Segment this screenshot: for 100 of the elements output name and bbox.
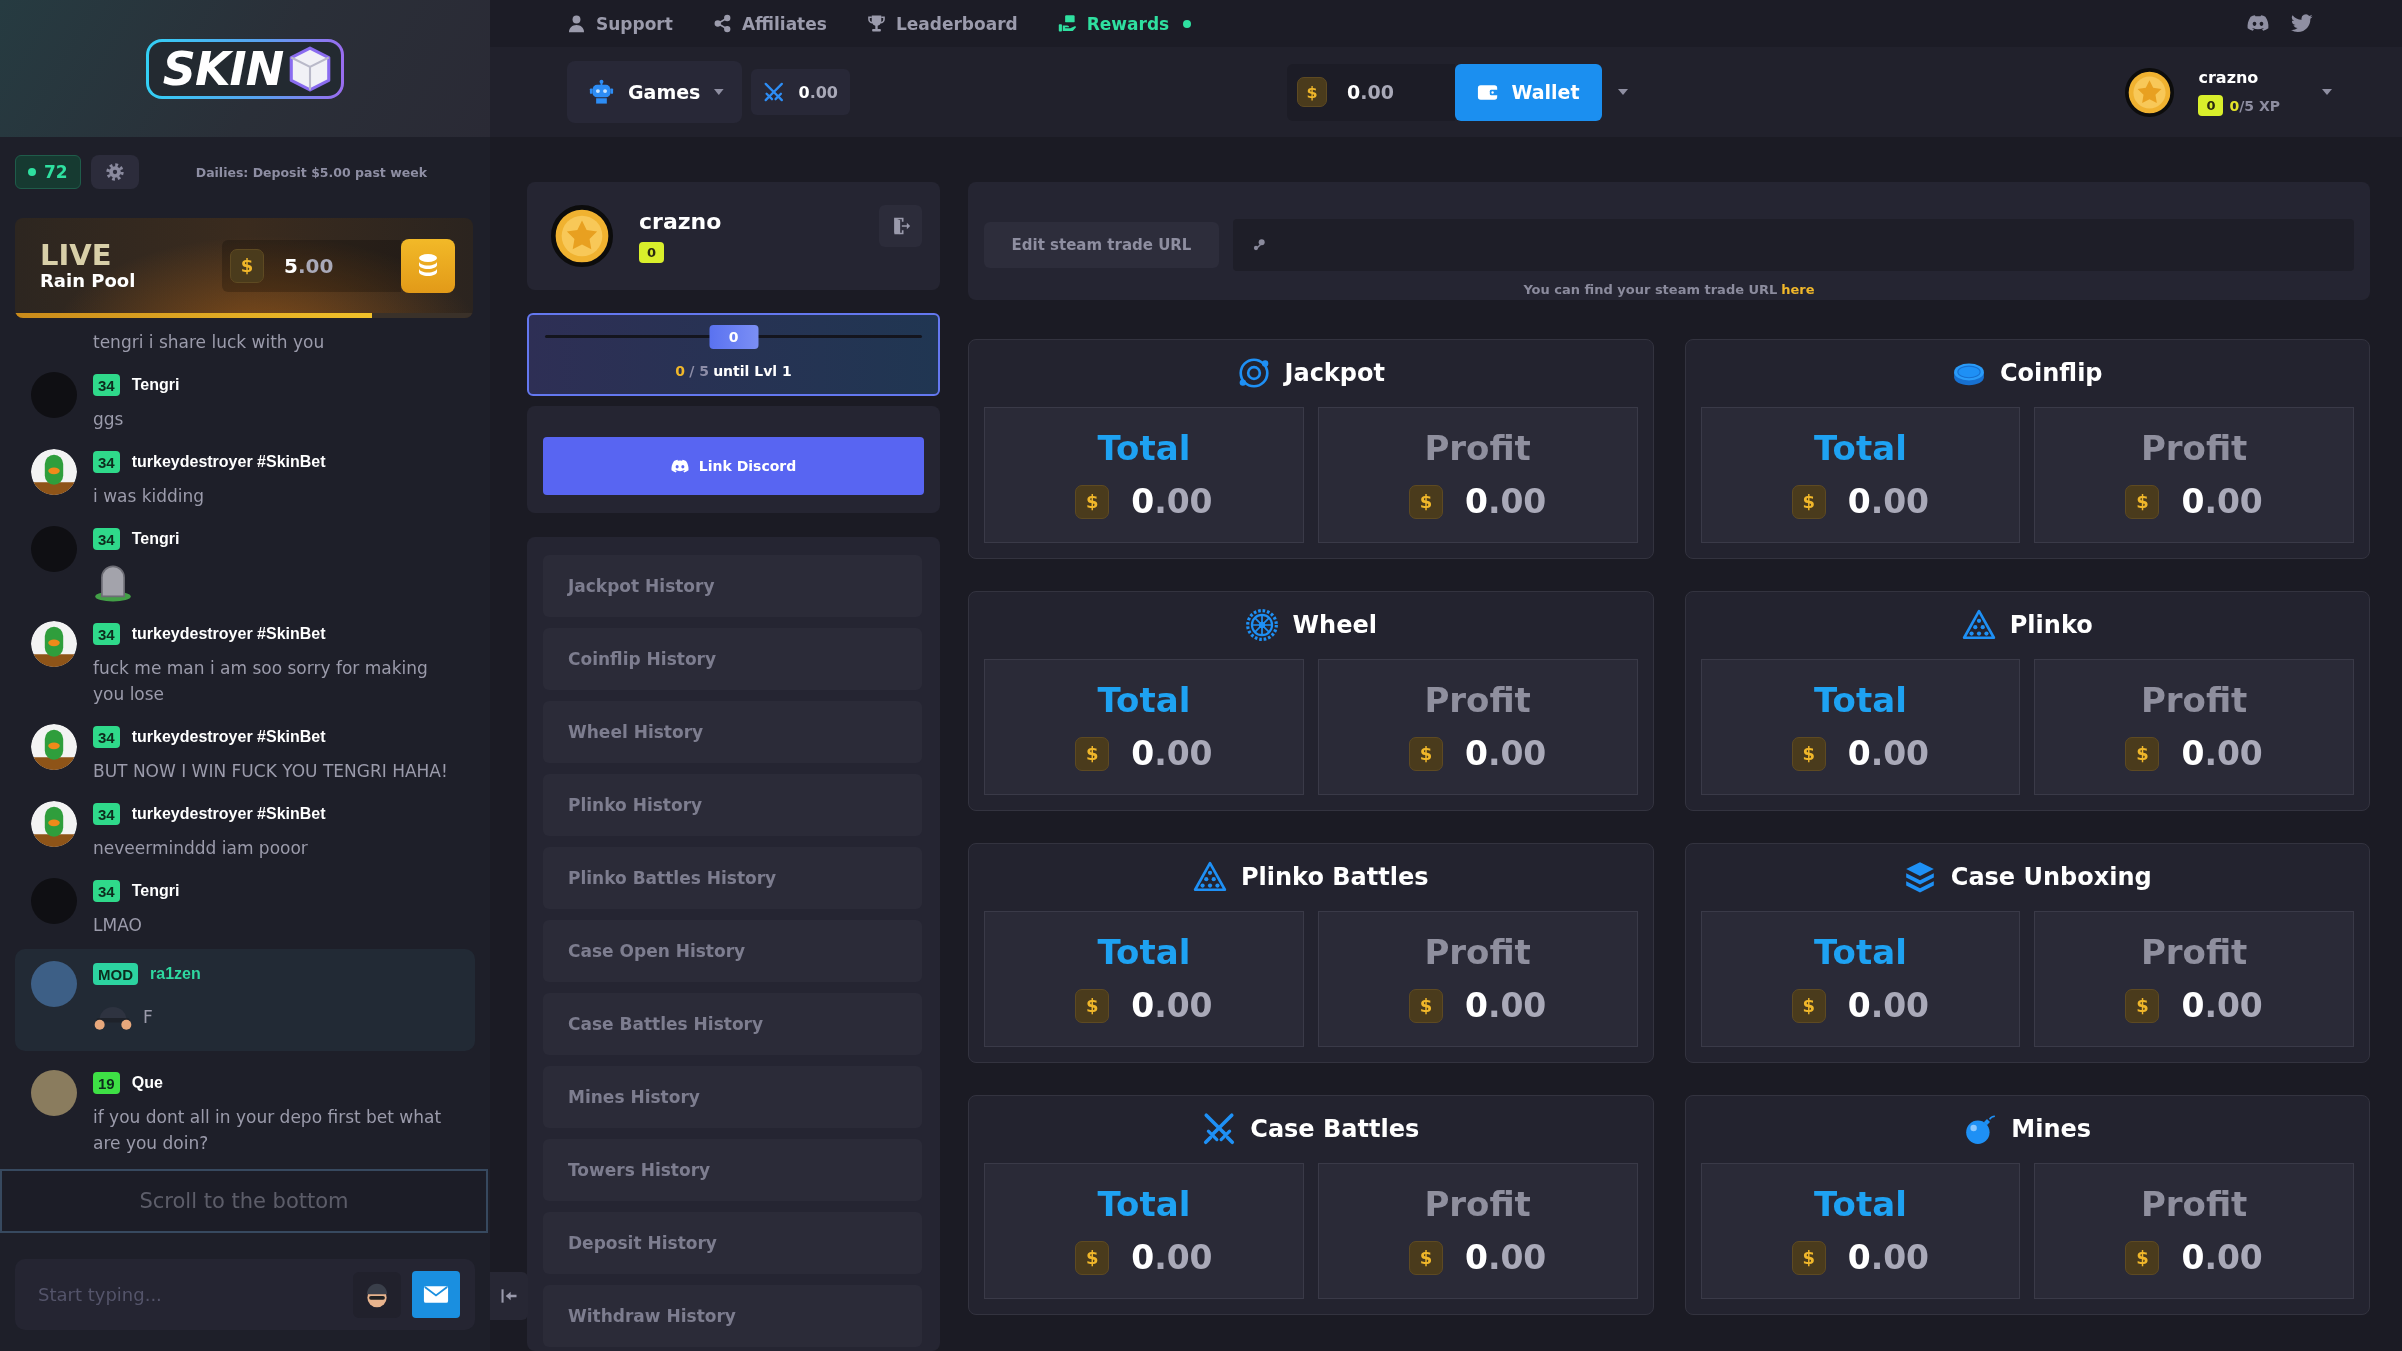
coin-icon: $ [1408, 988, 1443, 1023]
stat-value: 0.00 [1847, 1238, 1930, 1277]
star-avatar-icon[interactable] [2125, 67, 2175, 117]
triangle-pegs-icon [1961, 608, 1996, 642]
stat-label: Profit [2140, 1183, 2248, 1226]
history-item[interactable]: Plinko Battles History [543, 847, 922, 909]
history-item[interactable]: Towers History [543, 1139, 922, 1201]
nav-link[interactable]: Support [567, 13, 673, 34]
role-badge: MOD [93, 963, 138, 985]
username[interactable]: turkeydestroyer #SkinBet [131, 805, 326, 823]
collapse-sidebar-button[interactable] [490, 1272, 528, 1320]
wheel-icon [1244, 608, 1279, 642]
stat-value: 0.00 [1847, 482, 1930, 521]
username[interactable]: Tengri [131, 530, 180, 548]
username[interactable]: ra1zen [150, 965, 201, 983]
stat-label: Profit [2140, 679, 2248, 722]
share-icon [712, 14, 732, 33]
level-badge: 0 [639, 242, 664, 263]
stat-value: 0.00 [1131, 1238, 1213, 1277]
username[interactable]: Que [131, 1074, 163, 1092]
username[interactable]: Tengri [131, 376, 180, 394]
message-input[interactable]: Start typing... [38, 1274, 342, 1315]
coin-icon: $ [2125, 1240, 2160, 1275]
settings-button[interactable] [90, 155, 139, 189]
rain-amount: 5.00 [284, 253, 334, 278]
message-text: LMAO [93, 914, 143, 937]
edit-trade-url-button[interactable]: Edit steam trade URL [984, 222, 1219, 268]
here-link[interactable]: here [1781, 282, 1815, 297]
history-item[interactable]: Deposit History [543, 1212, 922, 1274]
coin-icon: $ [1791, 1240, 1826, 1275]
level-badge: 34 [93, 623, 120, 645]
level-badge: 19 [93, 1072, 120, 1094]
xp-level-badge: 0 [709, 324, 758, 349]
stat-value: 0.00 [2181, 986, 2263, 1025]
robot-icon [589, 79, 614, 105]
level-badge: 34 [93, 803, 120, 825]
trade-url-field[interactable] [1233, 219, 2354, 271]
logout-button[interactable] [879, 205, 922, 247]
game-title: Coinflip [1999, 359, 2103, 387]
history-item[interactable]: Coinflip History [543, 628, 922, 690]
history-item[interactable]: Mines History [543, 1066, 922, 1128]
duck-avatar [31, 801, 77, 847]
history-item[interactable]: Withdraw History [543, 1285, 922, 1347]
money-hand-icon [1057, 14, 1077, 33]
stat-label: Total [1813, 1183, 1907, 1226]
stat-label: Total [1097, 679, 1191, 722]
coin-icon: $ [230, 248, 264, 283]
dailies-text: Dailies: Deposit $5.00 past week [195, 164, 427, 180]
stat-label: Profit [1424, 1183, 1531, 1226]
trade-url-hint: You can find your steam trade URL here [1522, 282, 1816, 297]
history-item[interactable]: Jackpot History [543, 555, 922, 617]
username: crazno [2198, 68, 2260, 87]
history-item[interactable]: Case Open History [543, 920, 922, 982]
emoji-button[interactable] [353, 1271, 401, 1318]
message-text: BUT NOW I WIN FUCK YOU TENGRI HAHA! [93, 760, 449, 783]
game-title: Jackpot [1284, 359, 1385, 387]
stat-value: 0.00 [1131, 986, 1213, 1025]
live-label: LIVE [40, 239, 113, 271]
history-item[interactable]: Wheel History [543, 701, 922, 763]
discord-icon[interactable] [2247, 14, 2269, 33]
rain-tip-button[interactable] [401, 238, 455, 293]
xp-progress-text: 0 / 5 until Lvl 1 [675, 363, 792, 379]
username[interactable]: turkeydestroyer #SkinBet [131, 625, 326, 643]
games-dropdown[interactable]: Games [567, 61, 742, 123]
nav-link[interactable]: Affiliates [712, 13, 827, 34]
trophy-icon [866, 14, 886, 33]
username[interactable]: Tengri [131, 882, 180, 900]
stat-value: 0.00 [2181, 734, 2263, 773]
balance-value: 0.00 [1347, 81, 1394, 103]
settings-icon [104, 162, 125, 182]
stat-label: Profit [1424, 427, 1531, 470]
wallet-button[interactable]: Wallet [1455, 63, 1602, 121]
stat-value: 0.00 [2181, 482, 2263, 521]
person-icon [567, 14, 586, 33]
game-title: Mines [2011, 1115, 2092, 1143]
username: crazno [639, 209, 722, 234]
link-discord-button[interactable]: Link Discord [543, 437, 924, 495]
chat-input-field[interactable]: Start typing... [15, 1259, 475, 1330]
coin-icon: $ [2125, 484, 2160, 519]
nav-link[interactable]: Rewards [1057, 13, 1192, 34]
star-avatar-icon [551, 205, 613, 267]
nav-link[interactable]: Leaderboard [866, 13, 1018, 34]
twitter-icon[interactable] [2291, 14, 2313, 33]
caret-icon[interactable] [2322, 89, 2332, 95]
history-item[interactable]: Plinko History [543, 774, 922, 836]
caret-icon[interactable] [1618, 89, 1628, 95]
send-button[interactable] [412, 1271, 460, 1318]
target-ring-icon [1236, 356, 1271, 390]
username[interactable]: turkeydestroyer #SkinBet [131, 728, 326, 746]
history-item[interactable]: Case Battles History [543, 993, 922, 1055]
stat-value: 0.00 [1464, 734, 1547, 773]
game-title: Case Unboxing [1950, 863, 2152, 891]
coin-icon: $ [1408, 484, 1443, 519]
battle-balance: 0.00 [798, 82, 838, 102]
stat-label: Total [1097, 427, 1191, 470]
coin-icon: $ [1075, 988, 1110, 1023]
stat-value: 0.00 [1847, 734, 1930, 773]
coin-icon: $ [1297, 77, 1327, 107]
stat-value: 0.00 [1464, 986, 1547, 1025]
username[interactable]: turkeydestroyer #SkinBet [131, 453, 326, 471]
